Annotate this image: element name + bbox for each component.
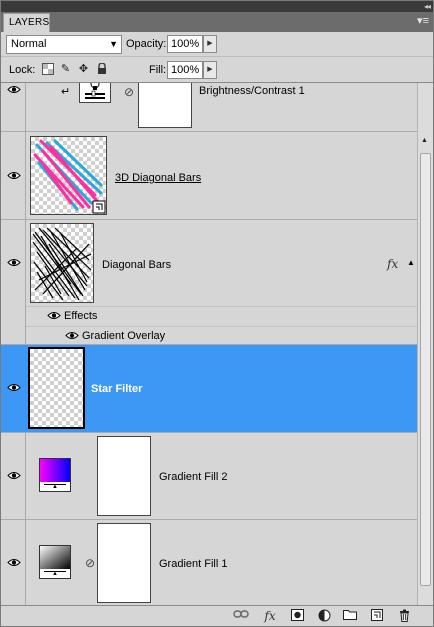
fx-icon[interactable]: fx bbox=[387, 257, 398, 271]
eye-icon[interactable] bbox=[7, 558, 21, 567]
opacity-label: Opacity: bbox=[126, 38, 167, 50]
tab-bar: LAYERS ▾≡ bbox=[1, 12, 433, 32]
layer-row-gradient-fill-1[interactable]: ▲ ⊘ Gradient Fill 1 bbox=[1, 520, 417, 605]
link-icon[interactable]: ⊘ bbox=[124, 85, 134, 99]
fx-icon[interactable]: fx bbox=[262, 609, 278, 623]
effects-label: Effects bbox=[64, 310, 98, 322]
add-mask-icon[interactable] bbox=[289, 609, 305, 623]
panel-titlebar: ◂◂ bbox=[1, 1, 433, 12]
link-icon[interactable]: ⊘ bbox=[85, 556, 95, 570]
link-layers-icon[interactable] bbox=[233, 609, 249, 623]
lock-brush-icon[interactable]: ✎ bbox=[59, 63, 72, 76]
trash-icon[interactable] bbox=[396, 609, 412, 623]
adjustment-layer-icon[interactable] bbox=[316, 609, 332, 623]
gradient-stops-icon: ▲ bbox=[44, 571, 66, 577]
layer-row-gradient-fill-2[interactable]: ▲ Gradient Fill 2 bbox=[1, 433, 417, 520]
lock-all-icon[interactable] bbox=[95, 62, 108, 76]
layer-name[interactable]: Brightness/Contrast 1 bbox=[199, 85, 305, 98]
layer-name[interactable]: Gradient Fill 1 bbox=[159, 558, 227, 571]
scrollbar-thumb[interactable] bbox=[420, 153, 431, 586]
layer-row-brightness-contrast[interactable]: ↵ ⊘ Brightness/Contrast 1 bbox=[1, 83, 417, 132]
layer-row-diagonal-bars[interactable]: Diagonal Bars fx ▲ Effects Gradient Over… bbox=[1, 220, 417, 345]
chevron-down-icon: ▼ bbox=[109, 39, 118, 49]
eye-icon[interactable] bbox=[7, 85, 21, 94]
eye-icon[interactable] bbox=[65, 331, 79, 340]
layer-name[interactable]: Star Filter bbox=[91, 383, 142, 396]
layer-thumbnail[interactable] bbox=[30, 223, 94, 303]
collapse-icon[interactable]: ◂◂ bbox=[424, 2, 431, 11]
adjustment-icon bbox=[79, 83, 111, 103]
layer-row-star-filter[interactable]: Star Filter bbox=[1, 345, 417, 433]
effect-row-gradient-overlay[interactable]: Gradient Overlay bbox=[26, 326, 417, 345]
fill-input[interactable]: 100% bbox=[167, 61, 203, 79]
layer-mask-thumbnail[interactable] bbox=[97, 523, 151, 603]
lock-transparency-icon[interactable] bbox=[41, 63, 54, 76]
layer-mask-thumbnail[interactable] bbox=[97, 436, 151, 516]
panel-menu-icon[interactable]: ▾≡ bbox=[417, 16, 429, 27]
new-layer-icon[interactable] bbox=[369, 609, 385, 623]
blend-mode-value: Normal bbox=[11, 38, 47, 50]
collapse-effects-icon[interactable]: ▲ bbox=[407, 258, 415, 267]
blend-row: Normal ▼ Opacity: 100% ▶ bbox=[1, 32, 433, 57]
clipping-arrow-icon: ↵ bbox=[61, 86, 71, 98]
layer-name[interactable]: 3D Diagonal Bars bbox=[115, 172, 201, 185]
gradient-fill-icon[interactable]: ▲ bbox=[39, 458, 71, 492]
tab-layers[interactable]: LAYERS bbox=[3, 13, 50, 32]
layer-row-3d-diagonal-bars[interactable]: 3D Diagonal Bars bbox=[1, 132, 417, 220]
lock-move-icon[interactable]: ✥ bbox=[77, 63, 90, 76]
effects-row[interactable]: Effects bbox=[26, 306, 417, 326]
lock-label: Lock: bbox=[9, 64, 36, 76]
layer-name[interactable]: Gradient Fill 2 bbox=[159, 471, 227, 484]
layers-scrollbar[interactable]: ▲ bbox=[417, 83, 433, 605]
layers-list: ↵ ⊘ Brightness/Contrast 1 3D Diagonal Ba… bbox=[1, 83, 433, 605]
gradient-fill-icon[interactable]: ▲ bbox=[39, 545, 71, 579]
eye-icon[interactable] bbox=[7, 258, 21, 267]
eye-icon[interactable] bbox=[7, 383, 21, 392]
panel-footer: fx bbox=[1, 605, 433, 626]
gradient-swatch bbox=[40, 546, 70, 569]
effect-name: Gradient Overlay bbox=[82, 330, 166, 342]
layer-thumbnail[interactable] bbox=[30, 136, 107, 215]
opacity-input[interactable]: 100% bbox=[167, 35, 203, 53]
fill-slider-arrow[interactable]: ▶ bbox=[203, 61, 217, 79]
scroll-up-icon[interactable]: ▲ bbox=[421, 137, 428, 144]
eye-icon[interactable] bbox=[47, 311, 61, 320]
layer-name[interactable]: Diagonal Bars bbox=[102, 259, 171, 272]
gradient-stops-icon: ▲ bbox=[44, 484, 66, 490]
fill-label: Fill: bbox=[149, 64, 167, 76]
gradient-swatch bbox=[40, 459, 70, 482]
new-group-icon[interactable] bbox=[342, 609, 358, 623]
lock-row: Lock: ✎ ✥ Fill: 100% ▶ bbox=[1, 57, 433, 83]
eye-icon[interactable] bbox=[7, 171, 21, 180]
blend-mode-select[interactable]: Normal ▼ bbox=[6, 35, 122, 54]
eye-icon[interactable] bbox=[7, 471, 21, 480]
layer-thumbnail[interactable] bbox=[28, 347, 85, 429]
layer-mask-thumbnail[interactable] bbox=[138, 83, 192, 128]
opacity-slider-arrow[interactable]: ▶ bbox=[203, 35, 217, 53]
layers-panel: ◂◂ LAYERS ▾≡ Normal ▼ Opacity: 100% ▶ Lo… bbox=[0, 0, 434, 627]
